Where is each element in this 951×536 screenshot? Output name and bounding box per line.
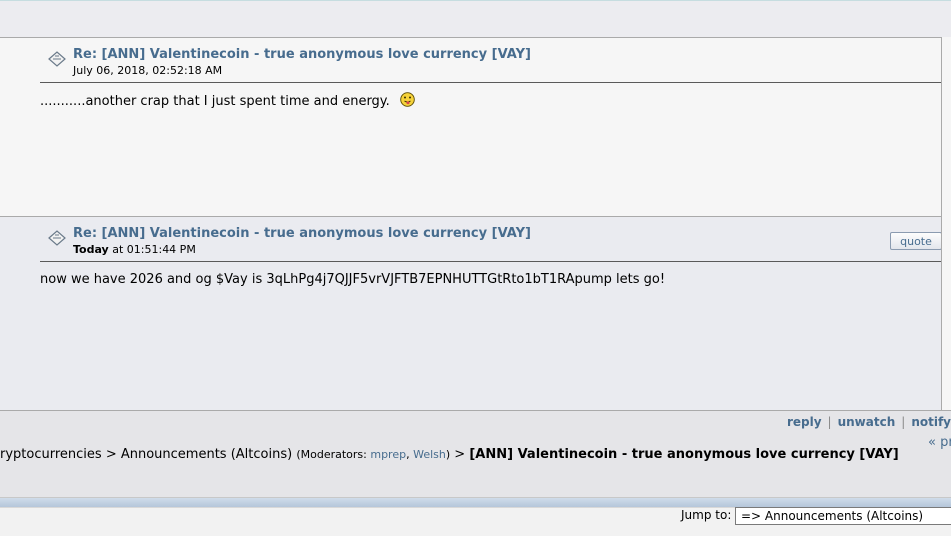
footer-bar — [0, 498, 951, 507]
post-header-divider — [40, 82, 951, 83]
post-icon — [48, 230, 66, 246]
breadcrumb: ryptocurrencies > Announcements (Altcoin… — [0, 447, 899, 462]
breadcrumb-board-link[interactable]: Announcements (Altcoins) — [121, 447, 292, 462]
post-2: Re: [ANN] Valentinecoin - true anonymous… — [0, 216, 951, 411]
quote-button[interactable]: quote — [890, 232, 942, 250]
notify-link[interactable]: notify — [911, 415, 951, 429]
breadcrumb-separator: > — [105, 447, 117, 462]
breadcrumb-topic-link[interactable]: [ANN] Valentinecoin - true anonymous lov… — [469, 447, 898, 462]
post-1: Re: [ANN] Valentinecoin - true anonymous… — [0, 37, 951, 216]
post-date-time: at 01:51:44 PM — [108, 243, 196, 256]
jump-to-label: Jump to: — [681, 508, 732, 522]
action-separator: | — [827, 415, 832, 429]
jump-to-row: Jump to: => Announcements (Altcoins) — [0, 507, 951, 536]
post-body-text: ...........another crap that I just spen… — [40, 94, 390, 109]
unwatch-link[interactable]: unwatch — [838, 415, 896, 429]
post-date-today: Today — [73, 243, 109, 256]
tongue-smiley-icon — [400, 92, 415, 107]
post-subject-link[interactable]: Re: [ANN] Valentinecoin - true anonymous… — [73, 47, 531, 62]
reply-link[interactable]: reply — [787, 415, 822, 429]
right-border-edge — [941, 37, 951, 410]
post-date: Today at 01:51:44 PM — [73, 243, 196, 256]
topic-actions: reply | unwatch | notify — [787, 415, 951, 429]
top-strip — [0, 0, 951, 38]
moderators-label: (Moderators: — [296, 448, 367, 461]
post-body: now we have 2026 and og $Vay is 3qLhPg4j… — [40, 272, 666, 287]
post-subject-link[interactable]: Re: [ANN] Valentinecoin - true anonymous… — [73, 226, 531, 241]
moderator-link-welsh[interactable]: Welsh — [413, 448, 446, 461]
previous-topic-link[interactable]: « pr — [928, 435, 951, 450]
post-icon — [48, 51, 66, 67]
post-date: July 06, 2018, 02:52:18 AM — [73, 64, 223, 77]
breadcrumb-separator: > — [454, 447, 466, 462]
post-body: ...........another crap that I just spen… — [40, 92, 415, 109]
moderators-close: ) — [445, 448, 451, 461]
bottom-navigation: reply | unwatch | notify « pr ryptocurrencie… — [0, 410, 951, 498]
post-header-divider — [40, 261, 951, 262]
action-separator: | — [901, 415, 906, 429]
jump-to-select[interactable]: => Announcements (Altcoins) — [735, 507, 951, 525]
moderator-link-mprep[interactable]: mprep — [370, 448, 406, 461]
breadcrumb-parent-link[interactable]: ryptocurrencies — [0, 447, 102, 462]
